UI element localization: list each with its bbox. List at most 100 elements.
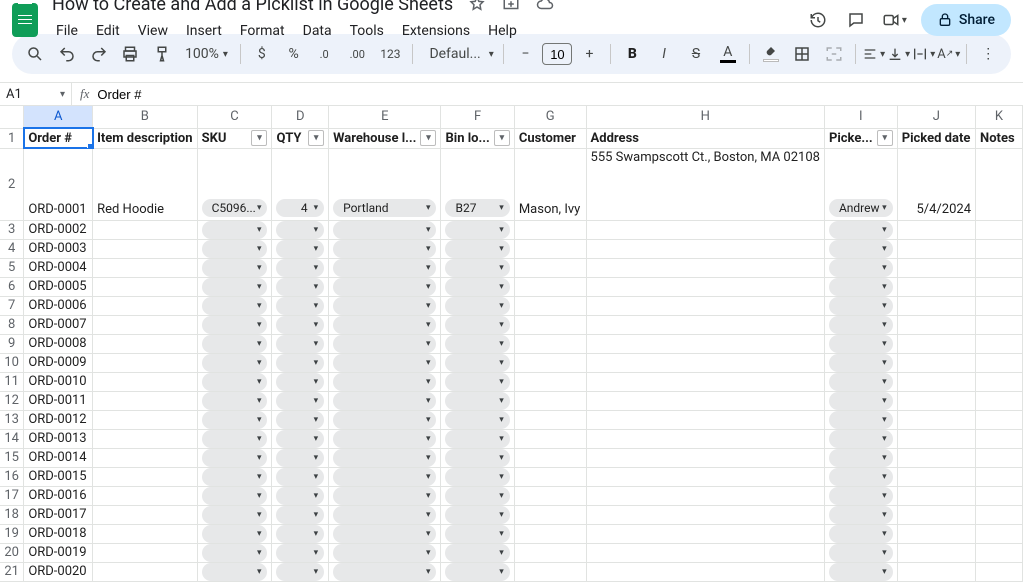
cell[interactable] — [976, 505, 1023, 524]
cell[interactable] — [976, 543, 1023, 562]
dropdown-chip[interactable]: .▾ — [202, 297, 268, 315]
cell[interactable]: .▾ — [824, 410, 897, 429]
cell[interactable]: .▾ — [272, 334, 329, 353]
strikethrough-icon[interactable]: S — [681, 39, 711, 69]
cell[interactable] — [93, 410, 197, 429]
cell[interactable]: .▾ — [441, 334, 514, 353]
star-icon[interactable] — [465, 0, 489, 16]
format-currency-icon[interactable]: $ — [247, 39, 277, 69]
col-header-D[interactable]: D — [272, 106, 329, 128]
cell[interactable] — [897, 486, 975, 505]
cell[interactable] — [976, 429, 1023, 448]
move-icon[interactable] — [499, 0, 523, 16]
header-cell-F[interactable]: Bin lo...▾ — [441, 128, 514, 148]
cell[interactable]: .▾ — [329, 277, 441, 296]
cell[interactable]: .▾ — [329, 239, 441, 258]
dropdown-chip[interactable]: .▾ — [445, 278, 509, 296]
cell[interactable]: 4▾ — [272, 148, 329, 220]
dropdown-chip[interactable]: .▾ — [276, 430, 324, 448]
fill-color-icon[interactable] — [756, 39, 786, 69]
row-header[interactable]: 14 — [0, 429, 24, 448]
dropdown-chip[interactable]: .▾ — [333, 506, 436, 524]
cell[interactable] — [976, 315, 1023, 334]
cell[interactable] — [586, 258, 824, 277]
cell[interactable]: .▾ — [441, 372, 514, 391]
cell[interactable]: .▾ — [824, 315, 897, 334]
dropdown-chip[interactable]: .▾ — [829, 563, 893, 581]
cell[interactable]: .▾ — [272, 296, 329, 315]
dropdown-chip[interactable]: .▾ — [333, 544, 436, 562]
row-header[interactable]: 2 — [0, 148, 24, 220]
dropdown-chip[interactable]: .▾ — [333, 240, 436, 258]
format-percent-icon[interactable]: % — [279, 39, 309, 69]
cell[interactable] — [514, 543, 586, 562]
cell[interactable] — [93, 391, 197, 410]
cell[interactable]: .▾ — [329, 258, 441, 277]
dropdown-chip[interactable]: .▾ — [333, 468, 436, 486]
dropdown-chip[interactable]: .▾ — [829, 525, 893, 543]
redo-icon[interactable] — [84, 39, 114, 69]
cell[interactable]: ORD-0011 — [24, 391, 93, 410]
cell[interactable]: .▾ — [824, 448, 897, 467]
dropdown-chip[interactable]: .▾ — [276, 240, 324, 258]
row-header[interactable]: 7 — [0, 296, 24, 315]
cell[interactable]: .▾ — [441, 429, 514, 448]
dropdown-chip[interactable]: .▾ — [276, 278, 324, 296]
dropdown-chip[interactable]: .▾ — [445, 449, 509, 467]
cell[interactable]: ORD-0004 — [24, 258, 93, 277]
cell[interactable]: .▾ — [197, 296, 272, 315]
share-button[interactable]: Share — [921, 4, 1011, 36]
dropdown-chip[interactable]: 4▾ — [276, 199, 324, 217]
cell[interactable]: .▾ — [441, 296, 514, 315]
dropdown-chip[interactable]: .▾ — [276, 468, 324, 486]
cell[interactable]: .▾ — [272, 391, 329, 410]
cell[interactable]: ORD-0003 — [24, 239, 93, 258]
filter-icon[interactable]: ▾ — [251, 130, 267, 146]
cell[interactable] — [514, 429, 586, 448]
dropdown-chip[interactable]: .▾ — [333, 392, 436, 410]
dropdown-chip[interactable]: .▾ — [829, 449, 893, 467]
cell[interactable] — [514, 562, 586, 581]
cell[interactable]: .▾ — [197, 353, 272, 372]
fontsize-plus-icon[interactable]: + — [574, 39, 604, 69]
dropdown-chip[interactable]: .▾ — [276, 259, 324, 277]
col-header-J[interactable]: J — [897, 106, 975, 128]
cell[interactable]: .▾ — [824, 220, 897, 239]
cell[interactable]: .▾ — [441, 448, 514, 467]
cell[interactable] — [93, 296, 197, 315]
dropdown-chip[interactable]: .▾ — [202, 468, 268, 486]
dropdown-chip[interactable]: .▾ — [202, 506, 268, 524]
cell[interactable]: .▾ — [197, 467, 272, 486]
cell[interactable]: .▾ — [272, 467, 329, 486]
cell[interactable] — [93, 315, 197, 334]
cell[interactable]: ORD-0008 — [24, 334, 93, 353]
cell[interactable]: .▾ — [329, 562, 441, 581]
decrease-decimal-icon[interactable]: .0 — [311, 39, 341, 69]
row-header[interactable]: 8 — [0, 315, 24, 334]
cell[interactable]: .▾ — [329, 429, 441, 448]
cell[interactable]: ORD-0001 — [24, 148, 93, 220]
col-header-E[interactable]: E — [329, 106, 441, 128]
row-header[interactable]: 18 — [0, 505, 24, 524]
cell[interactable] — [514, 486, 586, 505]
cell[interactable]: .▾ — [824, 258, 897, 277]
cell[interactable]: .▾ — [824, 277, 897, 296]
cell[interactable]: .▾ — [329, 467, 441, 486]
cell[interactable]: ORD-0010 — [24, 372, 93, 391]
cell[interactable]: .▾ — [272, 524, 329, 543]
dropdown-chip[interactable]: .▾ — [276, 563, 324, 581]
cell[interactable] — [93, 334, 197, 353]
more-formats-icon[interactable]: 123 — [374, 39, 406, 69]
cell[interactable] — [514, 277, 586, 296]
cell[interactable] — [514, 467, 586, 486]
dropdown-chip[interactable]: .▾ — [202, 392, 268, 410]
cell[interactable] — [586, 410, 824, 429]
dropdown-chip[interactable]: .▾ — [202, 449, 268, 467]
cell[interactable]: .▾ — [272, 277, 329, 296]
dropdown-chip[interactable]: .▾ — [445, 240, 509, 258]
cell[interactable] — [976, 220, 1023, 239]
cell[interactable] — [514, 448, 586, 467]
cell[interactable]: .▾ — [824, 353, 897, 372]
cell[interactable] — [897, 353, 975, 372]
increase-decimal-icon[interactable]: .00 — [342, 39, 372, 69]
